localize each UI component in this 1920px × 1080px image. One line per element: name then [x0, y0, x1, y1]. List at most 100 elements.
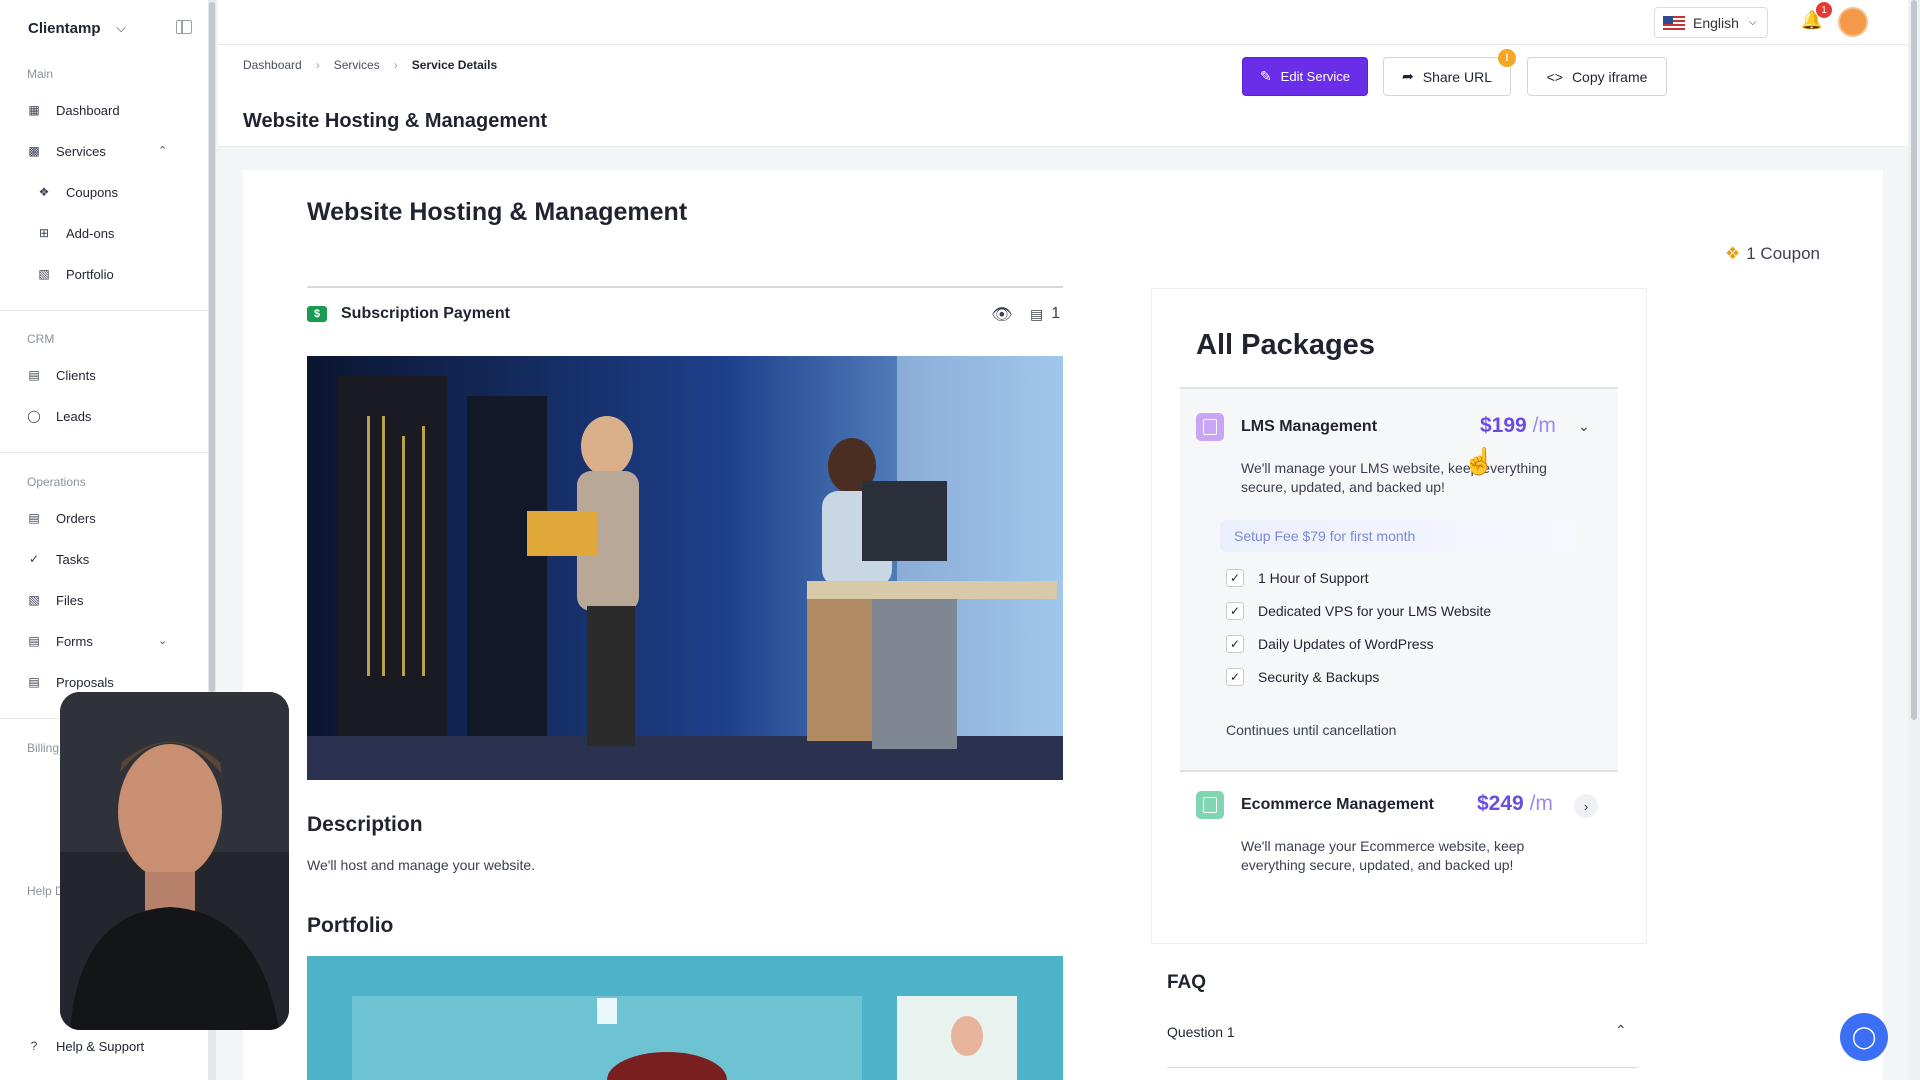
sidebar-item-addons[interactable]: ⊞ Add-ons	[36, 221, 186, 245]
tag-icon: ❖	[38, 185, 50, 199]
page-title: Website Hosting & Management	[243, 110, 548, 132]
feature-item: ✓ Dedicated VPS for your LMS Website	[1226, 602, 1491, 620]
check-icon: ✓	[1226, 569, 1244, 587]
hand-cursor-icon: ☝	[1463, 446, 1496, 476]
chat-launcher-button[interactable]: ◯	[1840, 1013, 1888, 1061]
chevron-right-icon: ›	[393, 58, 398, 72]
sidebar-collapse-icon[interactable]	[176, 20, 192, 34]
package-price-period: /m	[1529, 792, 1553, 815]
package-price-amount: $199	[1480, 414, 1527, 437]
section-label-crm: CRM	[27, 332, 55, 346]
package-icon	[1196, 791, 1224, 819]
add-box-icon: ⊞	[38, 226, 50, 240]
sidebar-item-label: Help & Support	[56, 1038, 145, 1054]
sidebar-item-label: Forms	[56, 633, 93, 649]
presenter-video	[60, 692, 289, 1030]
sidebar-item-services[interactable]: ▩ Services	[26, 139, 176, 163]
billing-note: Continues until cancellation	[1226, 722, 1397, 738]
check-icon: ✓	[1226, 602, 1244, 620]
sidebar-item-leads[interactable]: ◯ Leads	[26, 404, 176, 428]
breadcrumb: Dashboard › Services › Service Details	[243, 58, 497, 72]
section-divider	[307, 286, 1063, 288]
sidebar-item-orders[interactable]: ▤ Orders	[26, 506, 176, 530]
chevron-up-icon[interactable]: ⌃	[1615, 1022, 1627, 1039]
chevron-down-icon[interactable]: ⌄	[158, 634, 167, 647]
sidebar-item-label: Add-ons	[66, 225, 115, 241]
sidebar-scrollbar-thumb[interactable]	[209, 2, 215, 692]
sidebar-item-label: Orders	[56, 510, 96, 526]
notification-badge: 1	[1816, 2, 1832, 18]
grid-icon: ▦	[28, 103, 40, 117]
package-price: $249 /m	[1477, 792, 1553, 816]
page-scrollbar-thumb[interactable]	[1911, 0, 1917, 720]
sidebar-item-label: Portfolio	[66, 266, 114, 282]
sidebar-item-forms[interactable]: ▤ Forms	[26, 629, 176, 653]
coupon-count: 1 Coupon	[1746, 244, 1820, 263]
list-icon: ▤	[1030, 305, 1044, 322]
share-url-button[interactable]: ➦ Share URL	[1383, 57, 1511, 96]
sidebar-item-clients[interactable]: ▤ Clients	[26, 363, 176, 387]
eye-icon[interactable]: 👁	[991, 305, 1013, 325]
document-icon: ▤	[28, 675, 40, 689]
package-card-lms[interactable]: LMS Management $199 /m ⌄ We'll manage yo…	[1180, 387, 1618, 772]
avatar[interactable]	[1838, 7, 1868, 37]
page-scrollbar[interactable]	[1908, 0, 1920, 1080]
copy-iframe-label: Copy iframe	[1571, 68, 1648, 85]
sidebar-divider	[0, 310, 208, 311]
payment-type-label: Subscription Payment	[341, 305, 510, 322]
edit-service-label: Edit Service	[1280, 69, 1351, 84]
dollar-icon: $	[307, 306, 327, 322]
pencil-icon: ✎	[1259, 68, 1272, 84]
share-url-label: Share URL	[1422, 68, 1492, 85]
sidebar-item-label: Files	[56, 592, 84, 608]
section-label-billing: Billing	[27, 741, 60, 755]
sidebar-item-help-support[interactable]: ? Help & Support	[26, 1034, 176, 1058]
chevron-up-icon[interactable]: ⌃	[158, 144, 167, 157]
breadcrumb-services[interactable]: Services	[334, 58, 380, 72]
package-description: We'll manage your Ecommerce website, kee…	[1241, 838, 1525, 873]
tag-icon: ❖	[1725, 244, 1741, 263]
coupon-link[interactable]: ❖ 1 Coupon	[1725, 244, 1820, 264]
sidebar-item-coupons[interactable]: ❖ Coupons	[36, 180, 186, 204]
check-circle-icon: ✓	[28, 552, 40, 566]
feature-item: ✓ 1 Hour of Support	[1226, 569, 1369, 587]
breadcrumb-dashboard[interactable]: Dashboard	[243, 58, 302, 72]
section-label-help: Help D	[27, 884, 64, 898]
sidebar-item-dashboard[interactable]: ▦ Dashboard	[26, 98, 176, 122]
portfolio-image[interactable]	[307, 956, 1063, 1080]
chevron-down-icon: ⌵	[116, 20, 126, 35]
chevron-down-icon[interactable]: ⌄	[1578, 418, 1590, 435]
sidebar-item-proposals[interactable]: ▤ Proposals	[26, 670, 176, 694]
help-circle-icon: ?	[30, 1039, 38, 1053]
chevron-right-icon[interactable]: ›	[1574, 794, 1598, 818]
sidebar-item-tasks[interactable]: ✓ Tasks	[26, 547, 176, 571]
workspace-switcher[interactable]: Clientamp ⌵	[28, 18, 198, 38]
portfolio-heading: Portfolio	[307, 914, 394, 937]
setup-fee: Setup Fee $79 for first month	[1220, 520, 1574, 552]
packages-panel: All Packages LMS Management $199 /m ⌄ We…	[1151, 288, 1647, 944]
sidebar-item-label: Dashboard	[56, 102, 120, 118]
copy-iframe-button[interactable]: <> Copy iframe	[1527, 57, 1667, 96]
sidebar-item-portfolio[interactable]: ▧ Portfolio	[36, 262, 186, 286]
server-room-photo	[307, 356, 1063, 780]
share-alert-badge: !	[1498, 49, 1516, 67]
language-select[interactable]: English ⌵	[1654, 7, 1768, 38]
chat-icon: ◯	[1851, 1024, 1877, 1049]
code-icon: <>	[1546, 68, 1563, 85]
feature-item: ✓ Security & Backups	[1226, 668, 1379, 686]
feature-label: 1 Hour of Support	[1258, 570, 1369, 586]
briefcase-icon: ▩	[28, 144, 40, 158]
check-icon: ✓	[1226, 668, 1244, 686]
faq-question[interactable]: Question 1	[1167, 1024, 1235, 1040]
document-icon: ▤	[28, 634, 40, 648]
packages-heading: All Packages	[1196, 329, 1375, 361]
sidebar-item-files[interactable]: ▧ Files	[26, 588, 176, 612]
faq-divider	[1167, 1067, 1637, 1068]
breadcrumb-current: Service Details	[411, 58, 498, 72]
webcam-overlay	[60, 692, 289, 1030]
top-bar: English ⌵ 🔔 1	[218, 0, 1908, 45]
feature-label: Security & Backups	[1258, 669, 1380, 685]
package-count: ▤ 1	[1030, 305, 1060, 323]
sidebar-divider	[0, 452, 208, 453]
edit-service-button[interactable]: ✎ Edit Service	[1242, 57, 1368, 96]
